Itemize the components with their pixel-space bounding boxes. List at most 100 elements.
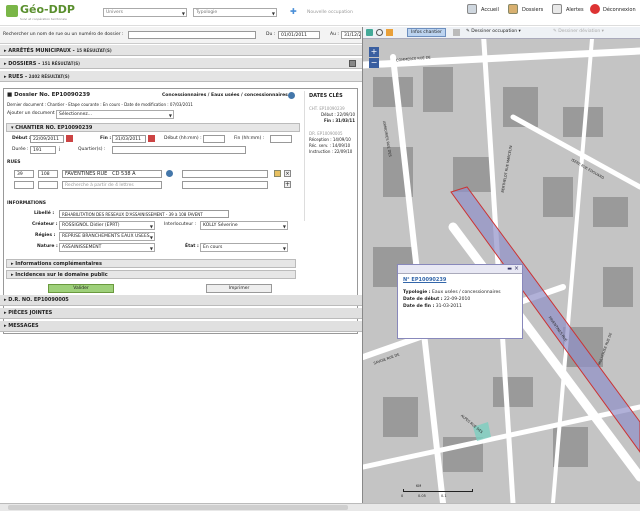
infos-chantier-label: Infos chantier — [411, 30, 442, 35]
power-icon — [590, 4, 600, 14]
home-button[interactable]: Accueil — [467, 4, 499, 16]
debut-hm-label: Début (hh:mm) : — [164, 136, 202, 141]
chevron-down-icon: ▼ — [149, 235, 153, 240]
home-icon — [467, 4, 477, 14]
pan-icon[interactable] — [386, 29, 393, 36]
popup-header — [398, 265, 522, 274]
info-compl-title: Informations complémentaires — [15, 261, 102, 267]
draw-occupation-button[interactable]: ✎ Dessiner occupation ▾ — [466, 29, 521, 34]
createur-select[interactable]: ROSSIGNOL Didier (EPRT) ▼ — [59, 221, 155, 230]
draw-occupation-label: Dessiner occupation — [471, 29, 518, 34]
to-date-input[interactable]: 31/12/2011 — [341, 31, 361, 39]
app-logo[interactable]: Géo-DDP Suivi et coopération territorial… — [6, 3, 86, 23]
search-input[interactable] — [128, 31, 256, 39]
print-icon[interactable] — [453, 29, 460, 36]
rue-comment-input[interactable] — [182, 170, 268, 178]
rue-num-to[interactable]: 108 — [38, 170, 58, 178]
rues-title: RUES — [7, 160, 21, 165]
accordion-pieces[interactable]: ▸ PIÈCES JOINTES — [0, 308, 362, 319]
libelle-input[interactable]: REHABILITATION DES RESEAUX D'ASSAINISSEM… — [59, 210, 229, 218]
popup-debut-label: Date de début : — [403, 297, 443, 302]
new-rue-num-from[interactable] — [14, 181, 34, 189]
dr-ref: DR. EP10090005 — [309, 131, 343, 136]
accordion-title: ARRÊTÉS MUNICIPAUX — [8, 48, 71, 54]
rue-num-from[interactable]: 39 — [14, 170, 34, 178]
univers-select[interactable]: Univers ▼ — [103, 8, 187, 17]
incidences-title: Incidences sur le domaine public — [15, 272, 108, 278]
chevron-down-icon: ▼ — [282, 246, 286, 251]
horizontal-scrollbar[interactable] — [0, 503, 640, 511]
calendar-icon[interactable] — [148, 135, 155, 142]
from-date-input[interactable]: 01/01/2011 — [278, 31, 320, 39]
cht-fin-label: Fin : — [324, 118, 334, 123]
top-bar: Géo-DDP Suivi et coopération territorial… — [0, 0, 640, 26]
rue-code: CD 538 A — [112, 171, 136, 177]
calendar-icon[interactable] — [66, 135, 73, 142]
folder-icon — [508, 4, 518, 14]
app-tagline: Suivi et coopération territoriale — [20, 17, 67, 21]
accordion-dossiers[interactable]: ▸ DOSSIERS - 151 RÉSULTAT(S) — [0, 58, 362, 69]
chantier-section[interactable]: ▾ CHANTIER NO. EP10090239 — [6, 123, 300, 132]
to-label: Au : — [330, 32, 339, 37]
quartier-input[interactable] — [112, 146, 246, 154]
info-title: INFORMATIONS — [7, 201, 46, 206]
delete-icon[interactable]: × — [284, 170, 291, 177]
info-compl-section[interactable]: ▸ Informations complémentaires — [6, 259, 296, 268]
new-rue-comment[interactable] — [182, 181, 268, 189]
typologie-select[interactable]: Typologie ▼ — [193, 8, 277, 17]
fin-input[interactable]: 31/03/2011 — [112, 135, 146, 143]
edit-icon[interactable] — [274, 170, 281, 177]
locate-icon[interactable] — [166, 170, 173, 177]
scale-tick: 0.1 — [441, 494, 447, 498]
infos-chantier-button[interactable]: Infos chantier — [407, 28, 446, 37]
map-toolbar: Infos chantier ✎ Dessiner occupation ▾ ✎… — [363, 27, 640, 39]
new-occupation-link[interactable]: Nouvelle occupation — [307, 10, 353, 15]
incidences-section[interactable]: ▸ Incidences sur le domaine public — [6, 270, 296, 279]
search-label: Rechercher un nom de rue ou un numéro de… — [3, 32, 124, 37]
magnifier-icon[interactable] — [376, 29, 383, 36]
accordion-dr[interactable]: ▸ D.R. NO. EP10090005 — [0, 295, 362, 306]
dossier-title-text: Dossier No. EP10090239 — [14, 92, 91, 98]
nature-select[interactable]: ASSAINISSEMENT ▼ — [59, 243, 155, 252]
interloc-select[interactable]: KOLLY Séverine ▼ — [200, 221, 288, 230]
add-doc-select[interactable]: Sélectionnez... ▼ — [56, 110, 174, 119]
zoom-out-button[interactable]: − — [369, 58, 379, 68]
cht-debut-label: Début : — [320, 112, 336, 117]
alert-icon — [552, 4, 562, 14]
chevron-down-icon: ▼ — [181, 11, 185, 16]
dossiers-button[interactable]: Dossiers — [508, 4, 543, 16]
duree-input[interactable]: 191 — [30, 146, 56, 154]
validate-button[interactable]: Valider — [48, 284, 114, 293]
dr-serv-label: Réc. serv. : — [309, 143, 331, 148]
accordion-rues[interactable]: ▸ RUES - 2402 RÉSULTAT(S) — [0, 71, 362, 82]
export-icon[interactable] — [349, 60, 356, 67]
debut-hm-input[interactable] — [203, 135, 225, 143]
etat-select[interactable]: En cours ▼ — [200, 243, 288, 252]
scrollbar-thumb[interactable] — [8, 505, 348, 510]
print-button[interactable]: Imprimer — [206, 284, 272, 293]
info-icon[interactable] — [288, 92, 295, 99]
new-rue-search[interactable]: Recherche à partir de 4 lettres — [62, 181, 162, 189]
fullscreen-icon[interactable] — [366, 29, 373, 36]
chantier-title: CHANTIER NO. EP10090239 — [15, 125, 93, 131]
popup-title[interactable]: N° EP10090239 — [403, 277, 446, 283]
plus-icon[interactable]: ✚ — [290, 7, 297, 16]
accordion-arretes[interactable]: ▸ ARRÊTÉS MUNICIPAUX - 15 RÉSULTAT(S) — [0, 45, 362, 56]
scale-bar — [403, 489, 473, 492]
accordion-messages[interactable]: ▸ MESSAGES — [0, 321, 362, 332]
fin-hm-input[interactable] — [270, 135, 292, 143]
rue-name: FAVENTINES RUE — [65, 171, 108, 177]
logout-button[interactable]: Déconnexion — [590, 4, 636, 16]
zoom-in-button[interactable]: + — [369, 47, 379, 57]
close-icon[interactable]: × — [514, 265, 519, 272]
accordion-title: D.R. NO. EP10090005 — [8, 297, 69, 303]
minimize-icon[interactable]: ▬ — [507, 266, 512, 272]
add-rue-icon[interactable]: + — [284, 181, 291, 188]
new-rue-num-to[interactable] — [38, 181, 58, 189]
alertes-button[interactable]: Alertes — [552, 4, 584, 16]
draw-deviation-button[interactable]: ✎ Dessiner déviation ▾ — [553, 29, 604, 34]
accordion-count: 15 RÉSULTAT(S) — [76, 48, 112, 53]
debut-input[interactable]: 22/09/2011 — [30, 135, 64, 143]
chevron-down-icon: ▼ — [271, 11, 275, 16]
regies-select[interactable]: REPRISE BRANCHEMENTS EAUX USEES ▼ — [59, 232, 155, 241]
